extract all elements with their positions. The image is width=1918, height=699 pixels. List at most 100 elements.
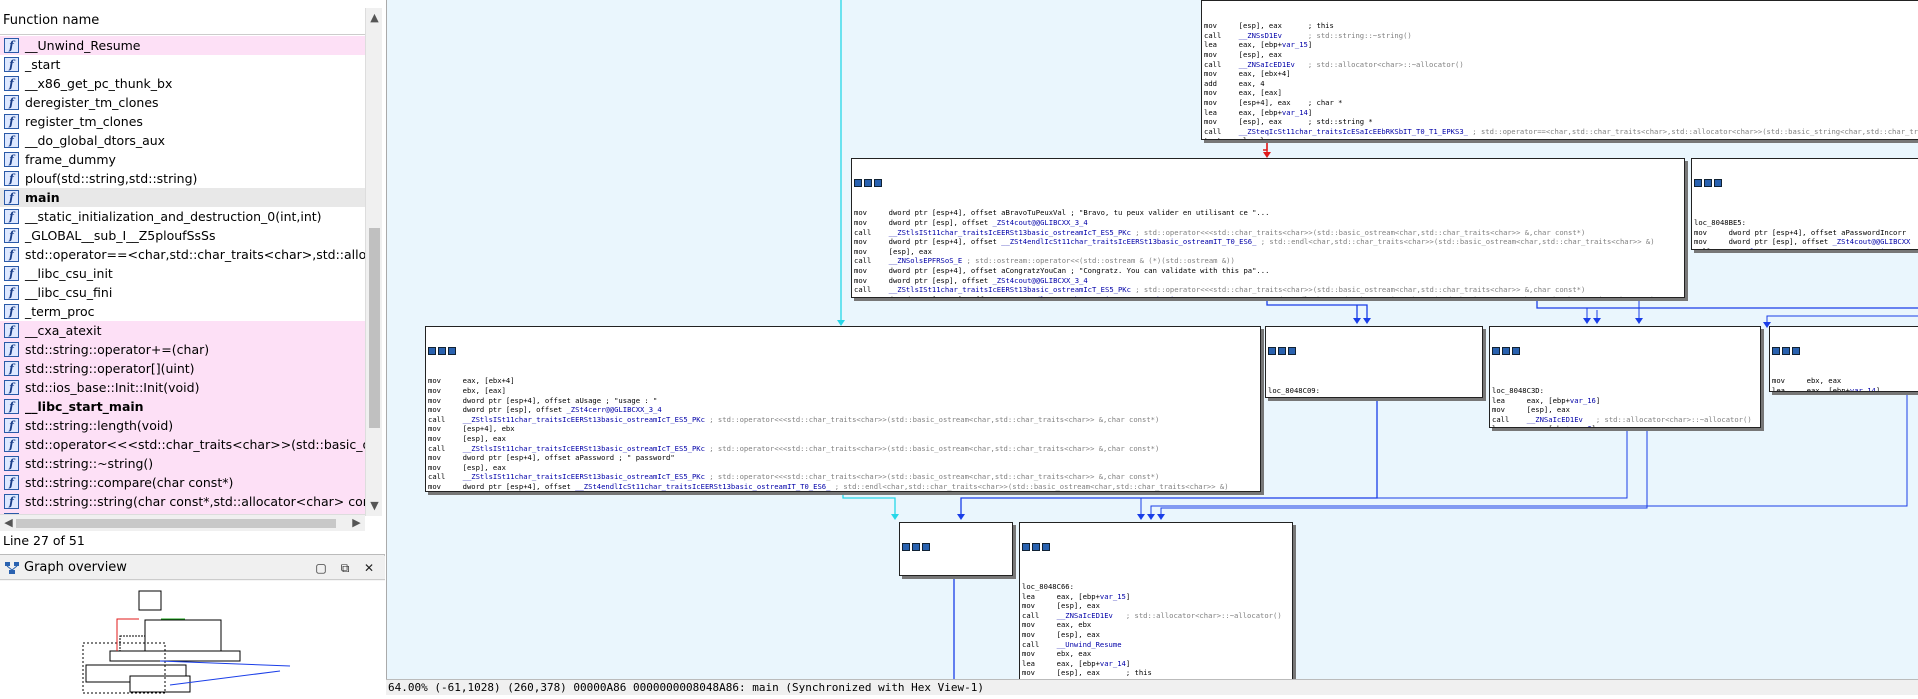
block-list-icon[interactable]	[1792, 347, 1800, 356]
asm-line[interactable]: lea eax, [ebp+var_15]	[1204, 40, 1916, 50]
asm-line[interactable]: call __ZNSaIcED1Ev ; std::allocator<char…	[1022, 611, 1290, 621]
asm-line[interactable]: mov [esp], eax	[854, 247, 1682, 257]
function-list-item[interactable]: f std::operator==<char,std::char_traits<c…	[0, 245, 365, 264]
asm-line[interactable]: mov [esp], eax	[1022, 630, 1290, 640]
asm-line[interactable]: call __ZStlsISt11char_traitsIcEERSt13bas…	[428, 415, 1258, 425]
block-list-icon[interactable]	[1288, 347, 1296, 356]
asm-line[interactable]: call __ZSteqIcSt11char_traitsIcESaIcEEbR…	[1204, 127, 1918, 137]
asm-line[interactable]: mov eax, [ebx+4]	[1204, 69, 1916, 79]
asm-line[interactable]: mov dword ptr [esp+4], offset __ZSt4endl…	[854, 237, 1682, 247]
asm-line[interactable]: mov [esp], eax	[428, 492, 1258, 493]
code-block-loc-8048c09[interactable]: loc_8048C09:mov ebx, 0lea eax, [ebp+var_…	[1265, 326, 1483, 398]
function-list-item[interactable]: f std::string::operator+=(char)	[0, 340, 365, 359]
function-list-item[interactable]: f register_tm_clones	[0, 112, 365, 131]
asm-line[interactable]: call __Unwind_Resume	[1022, 640, 1290, 650]
maximize-icon[interactable]: ▢	[312, 559, 330, 577]
scrollbar-thumb[interactable]	[369, 228, 380, 428]
function-list-item[interactable]: f __libc_start_main	[0, 397, 365, 416]
block-list-icon[interactable]	[874, 179, 882, 188]
float-window-icon[interactable]: ⧉	[336, 559, 354, 577]
block-color-icon[interactable]	[1268, 347, 1276, 356]
function-list-item[interactable]: f frame_dummy	[0, 150, 365, 169]
code-block-loc-8048c19[interactable]: loc_8048C19:mov eax, ebxjmp short loc_80…	[899, 522, 1013, 576]
asm-line[interactable]: mov dword ptr [esp], offset _ZSt4cout@@G…	[854, 218, 1682, 228]
asm-line[interactable]: call __ZStlsISt11char_traitsIcEERSt13bas…	[1694, 247, 1916, 249]
block-color-icon[interactable]	[1694, 179, 1702, 188]
asm-line[interactable]: mov [esp], eax	[1022, 601, 1290, 611]
asm-line[interactable]: mov dword ptr [esp], offset _ZSt4cout@@G…	[854, 276, 1682, 286]
asm-line[interactable]: call __ZNSolsEPFRSoS_E ; std::ostream::o…	[854, 256, 1682, 266]
functions-column-header[interactable]: Function name	[0, 7, 365, 35]
scroll-right-icon[interactable]: ▶	[348, 515, 365, 531]
asm-line[interactable]: mov ebx, eax	[1022, 649, 1290, 659]
asm-line[interactable]: mov dword ptr [esp+4], offset aBravoTuPe…	[854, 208, 1682, 218]
code-block-usage[interactable]: mov eax, [ebx+4] mov ebx, [eax] mov dword …	[425, 326, 1261, 492]
asm-line[interactable]: mov [esp+4], ebx	[428, 424, 1258, 434]
function-list-item[interactable]: f plouf(std::string,std::string)	[0, 169, 365, 188]
function-list-item[interactable]: f main	[0, 188, 365, 207]
scroll-up-icon[interactable]: ▲	[366, 10, 383, 26]
asm-line[interactable]: lea eax, [ebp+var_14]	[1772, 386, 1916, 391]
graph-overview-canvas[interactable]	[0, 581, 385, 695]
function-list-item[interactable]: f __x86_get_pc_thunk_bx	[0, 74, 365, 93]
function-list-item[interactable]: f std::ios_base::Init::Init(void)	[0, 378, 365, 397]
asm-line[interactable]: mov dword ptr [esp+4], offset __ZSt4endl…	[854, 295, 1682, 297]
asm-line[interactable]	[902, 572, 1010, 575]
code-block-bravo[interactable]: mov dword ptr [esp+4], offset aBravoTuPe…	[851, 158, 1685, 298]
scroll-down-icon[interactable]: ▼	[366, 498, 383, 514]
asm-line[interactable]: call __ZNSsD1Ev ; std::string::~string()	[1204, 31, 1916, 41]
code-block-loc-8048c3d[interactable]: loc_8048C3D: lea eax, [ebp+var_16] mov [es…	[1489, 326, 1761, 428]
block-list-icon[interactable]	[922, 543, 930, 552]
function-list-item[interactable]: f _term_proc	[0, 302, 365, 321]
asm-line[interactable]: loc_8048C66:	[1022, 582, 1290, 592]
block-color-icon[interactable]	[854, 179, 862, 188]
asm-line[interactable]: add eax, 4	[1204, 79, 1916, 89]
asm-line[interactable]: mov [esp], eax ; this	[1204, 21, 1916, 31]
close-icon[interactable]: ✕	[360, 559, 378, 577]
functions-horizontal-scrollbar[interactable]: ◀ ▶	[0, 514, 365, 531]
asm-line[interactable]: mov [esp], eax ; this	[1022, 668, 1290, 678]
asm-line[interactable]: mov dword ptr [esp+4], offset aPassword …	[428, 453, 1258, 463]
function-list-item[interactable]: f std::operator<<<std::char_traits<char>>…	[0, 435, 365, 454]
asm-line[interactable]: call __ZNSaIcED1Ev ; std::allocator<char…	[1492, 415, 1758, 425]
asm-line[interactable]: mov [esp], eax	[1492, 405, 1758, 415]
asm-line[interactable]: mov [esp], eax ; std::string *	[1204, 117, 1916, 127]
asm-line[interactable]: mov dword ptr [esp], offset _ZSt4cerr@@G…	[428, 405, 1258, 415]
block-list-icon[interactable]	[1714, 179, 1722, 188]
asm-line[interactable]: mov [esp], eax	[1204, 50, 1916, 60]
asm-line[interactable]: lea eax, [ebp+var_16]	[1492, 396, 1758, 406]
functions-list[interactable]: f __Unwind_Resume f _start f __x86_get_pc_thu…	[0, 36, 365, 514]
asm-line[interactable]: mov [esp], eax	[428, 463, 1258, 473]
asm-line[interactable]: loc_8048C09:	[1268, 386, 1480, 396]
code-block-unwind-string[interactable]: mov ebx, eaxlea eax, [ebp+var_14]mov [es…	[1769, 326, 1918, 392]
block-graph-icon[interactable]	[438, 347, 446, 356]
graph-overview-minimap[interactable]	[0, 581, 385, 695]
asm-line[interactable]: lea eax, [ebp+var_C]	[1492, 424, 1758, 427]
graph-view[interactable]: mov [esp], eax ; this call __ZNSsD1Ev ; s…	[386, 0, 1918, 679]
block-color-icon[interactable]	[1492, 347, 1500, 356]
function-list-item[interactable]: f std::string::length(void)	[0, 416, 365, 435]
function-list-item[interactable]: f __libc_csu_init	[0, 264, 365, 283]
function-list-item[interactable]: f _GLOBAL__sub_I__Z5ploufSsSs	[0, 226, 365, 245]
asm-line[interactable]: mov dword ptr [esp], offset _ZSt4cout@@G…	[1694, 237, 1916, 247]
asm-line[interactable]: loc_8048BE5:	[1694, 218, 1916, 228]
function-list-item[interactable]: f __static_initialization_and_destruction…	[0, 207, 365, 226]
asm-line[interactable]: mov ebx, eax	[1772, 376, 1916, 386]
asm-line[interactable]: mov [esp], eax	[428, 434, 1258, 444]
function-list-item[interactable]: f _start	[0, 55, 365, 74]
asm-line[interactable]: call __ZStlsISt11char_traitsIcEERSt13bas…	[854, 285, 1682, 295]
block-list-icon[interactable]	[1042, 543, 1050, 552]
scroll-left-icon[interactable]: ◀	[0, 515, 17, 531]
function-list-item[interactable]: f std::string::~string()	[0, 454, 365, 473]
block-color-icon[interactable]	[902, 543, 910, 552]
asm-line[interactable]: mov dword ptr [esp+4], offset aCongratzY…	[854, 266, 1682, 276]
functions-vertical-scrollbar[interactable]: ▲ ▼	[365, 8, 382, 516]
block-graph-icon[interactable]	[912, 543, 920, 552]
code-block-loc-8048c66[interactable]: loc_8048C66: lea eax, [ebp+var_15] mov [es…	[1019, 522, 1293, 679]
block-color-icon[interactable]	[1022, 543, 1030, 552]
block-list-icon[interactable]	[1512, 347, 1520, 356]
asm-line[interactable]: call __ZStlsISt11char_traitsIcEERSt13bas…	[854, 228, 1682, 238]
asm-line[interactable]: lea eax, [ebp+var_15]	[1022, 592, 1290, 602]
block-graph-icon[interactable]	[1704, 179, 1712, 188]
asm-line[interactable]: mov dword ptr [esp+4], offset aPasswordI…	[1694, 228, 1916, 238]
